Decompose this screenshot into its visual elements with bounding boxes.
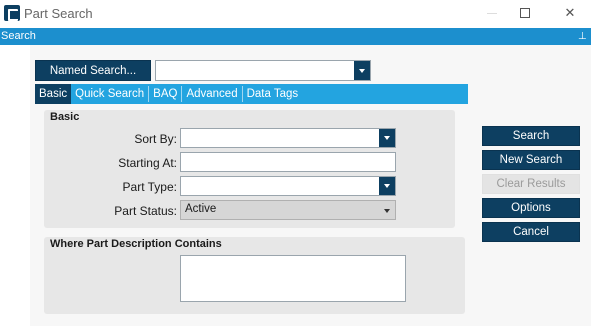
new-search-button[interactable]: New Search <box>482 150 580 170</box>
minimize-button[interactable] <box>482 4 502 22</box>
description-group-title: Where Part Description Contains <box>50 238 222 250</box>
part-status-label: Part Status: <box>114 204 177 218</box>
chevron-down-icon[interactable] <box>379 129 395 147</box>
maximize-icon <box>520 8 530 18</box>
bottom-strip <box>0 326 591 336</box>
part-status-select[interactable]: Active <box>180 200 396 220</box>
part-type-select[interactable] <box>180 176 396 196</box>
app-logo-icon <box>4 5 20 21</box>
cancel-button[interactable]: Cancel <box>482 222 580 242</box>
part-description-textarea[interactable] <box>180 255 406 302</box>
starting-at-input[interactable] <box>180 152 396 172</box>
named-search-button[interactable]: Named Search... <box>35 60 151 81</box>
chevron-down-icon[interactable] <box>354 61 370 80</box>
basic-group-title: Basic <box>50 111 80 123</box>
tab-baq[interactable]: BAQ <box>149 84 181 104</box>
tab-advanced[interactable]: Advanced <box>182 84 241 104</box>
tab-data-tags[interactable]: Data Tags <box>243 84 303 104</box>
options-button[interactable]: Options <box>482 198 580 218</box>
close-button[interactable]: ✕ <box>560 4 580 22</box>
pin-icon[interactable]: ⊥ <box>578 29 587 44</box>
maximize-button[interactable] <box>515 4 535 22</box>
minimize-icon <box>487 12 497 14</box>
close-icon: ✕ <box>564 5 576 20</box>
named-search-combo[interactable] <box>155 60 371 81</box>
clear-results-button[interactable]: Clear Results <box>482 174 580 194</box>
starting-at-label: Starting At: <box>118 156 177 170</box>
part-type-label: Part Type: <box>122 180 177 194</box>
chevron-down-icon[interactable] <box>379 177 395 195</box>
panel-header: Search <box>0 28 591 45</box>
sort-by-select[interactable] <box>180 128 396 148</box>
tab-quick-search[interactable]: Quick Search <box>71 84 148 104</box>
search-button[interactable]: Search <box>482 126 580 146</box>
window-title: Part Search <box>24 6 93 21</box>
part-status-value: Active <box>185 203 217 215</box>
search-tabs: Basic Quick Search BAQ Advanced Data Tag… <box>35 84 468 104</box>
sort-by-label: Sort By: <box>134 132 177 146</box>
tab-basic[interactable]: Basic <box>35 84 72 104</box>
